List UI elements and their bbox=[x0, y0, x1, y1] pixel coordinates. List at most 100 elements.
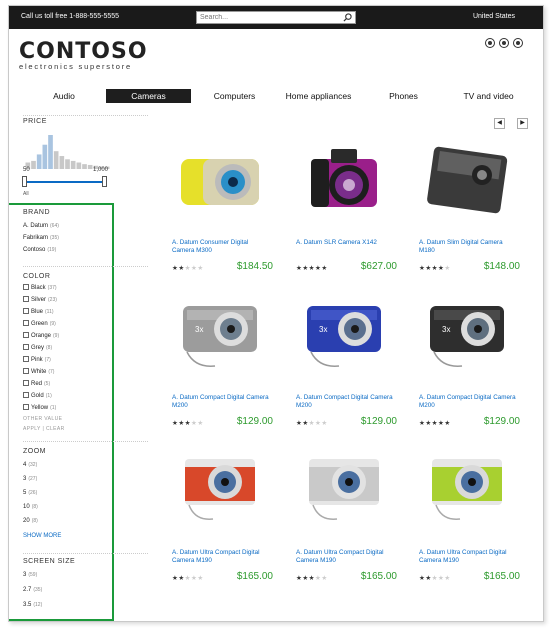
country-selector[interactable]: United States bbox=[473, 13, 515, 20]
screen-size-filter: SCREEN SIZE 3 (59) 2.7 (35) 3.5 (12) bbox=[23, 558, 75, 613]
product-price: $184.50 bbox=[236, 261, 273, 272]
screen-size-item[interactable]: 2.7 (35) bbox=[23, 583, 75, 598]
search-input[interactable] bbox=[197, 12, 337, 23]
filter-sidebar: PRICE 50 1,000 All BRAND A. Datum (64) Fa… bbox=[9, 111, 149, 621]
cart-icon[interactable] bbox=[499, 38, 509, 48]
zoom-item[interactable]: 4 (32) bbox=[23, 458, 61, 472]
product-image[interactable] bbox=[422, 141, 512, 221]
color-item-black[interactable]: Black (37) bbox=[23, 282, 65, 294]
page-frame: Call us toll free 1-888-555-5555 United … bbox=[8, 5, 544, 622]
product-name[interactable]: A. Datum Compact Digital Camera M200 bbox=[419, 394, 519, 410]
product-name[interactable]: A. Datum Consumer Digital Camera M300 bbox=[172, 239, 272, 255]
product-name[interactable]: A. Datum Slim Digital Camera M180 bbox=[419, 239, 519, 255]
rating-stars: ★★★★★ bbox=[296, 419, 328, 427]
star-icon: ★ bbox=[197, 420, 204, 427]
color-item-yellow[interactable]: Yellow (1) bbox=[23, 402, 65, 414]
brand-item[interactable]: Fabrikam (35) bbox=[23, 232, 59, 244]
screen-size-title: SCREEN SIZE bbox=[23, 558, 76, 565]
product-name[interactable]: A. Datum Compact Digital Camera M200 bbox=[172, 394, 272, 410]
product-card[interactable]: A. Datum Ultra Compact Digital Camera M1… bbox=[169, 451, 279, 591]
product-image[interactable]: 3x bbox=[175, 296, 265, 376]
tab-computers[interactable]: Computers bbox=[207, 89, 262, 103]
checkbox[interactable] bbox=[23, 404, 29, 410]
tab-phones[interactable]: Phones bbox=[381, 89, 426, 103]
product-name[interactable]: A. Datum Ultra Compact Digital Camera M1… bbox=[296, 549, 396, 565]
color-item-pink[interactable]: Pink (7) bbox=[23, 354, 65, 366]
product-image[interactable] bbox=[175, 141, 265, 221]
location-icon[interactable] bbox=[485, 38, 495, 48]
tab-audio[interactable]: Audio bbox=[39, 89, 89, 103]
product-image[interactable] bbox=[299, 451, 389, 531]
price-slider-track[interactable] bbox=[25, 181, 105, 183]
other-value-link[interactable]: OTHER VALUE bbox=[23, 414, 65, 424]
search-box[interactable] bbox=[196, 11, 356, 24]
color-item-silver[interactable]: Silver (23) bbox=[23, 294, 65, 306]
next-page-button[interactable]: ▶ bbox=[517, 118, 528, 129]
color-item-blue[interactable]: Blue (11) bbox=[23, 306, 65, 318]
color-item-orange[interactable]: Orange (9) bbox=[23, 330, 65, 342]
checkbox[interactable] bbox=[23, 308, 29, 314]
screen-size-item[interactable]: 3.5 (12) bbox=[23, 598, 75, 613]
checkbox[interactable] bbox=[23, 284, 29, 290]
star-icon: ★ bbox=[321, 575, 328, 582]
product-card[interactable]: A. Datum Consumer Digital Camera M300 ★★★… bbox=[169, 141, 279, 281]
rating-stars: ★★★★★ bbox=[172, 264, 204, 272]
checkbox[interactable] bbox=[23, 296, 29, 302]
product-image[interactable] bbox=[175, 451, 265, 531]
tab-tv-and-video[interactable]: TV and video bbox=[456, 89, 521, 103]
logo[interactable]: CONTOSO electronics superstore bbox=[19, 39, 148, 71]
color-item-white[interactable]: White (7) bbox=[23, 366, 65, 378]
price-slider-max-handle[interactable] bbox=[102, 176, 107, 187]
product-card[interactable]: A. Datum Slim Digital Camera M180 ★★★★★ $1… bbox=[416, 141, 526, 281]
product-image[interactable]: 3x bbox=[299, 296, 389, 376]
product-name[interactable]: A. Datum Compact Digital Camera M200 bbox=[296, 394, 396, 410]
color-item-red[interactable]: Red (5) bbox=[23, 378, 65, 390]
checkbox[interactable] bbox=[23, 380, 29, 386]
zoom-filter: ZOOM 4 (32) 3 (27) 5 (26) 10 (8) 20 (8) SHOW … bbox=[23, 448, 61, 544]
color-item-gold[interactable]: Gold (1) bbox=[23, 390, 65, 402]
star-icon: ★ bbox=[444, 265, 451, 272]
tab-home-appliances[interactable]: Home appliances bbox=[281, 89, 356, 103]
prev-page-button[interactable]: ◀ bbox=[494, 118, 505, 129]
product-card[interactable]: A. Datum SLR Camera X142 ★★★★★ $627.00 bbox=[293, 141, 403, 281]
price-slider-min-handle[interactable] bbox=[22, 176, 27, 187]
clear-button[interactable]: CLEAR bbox=[46, 426, 65, 432]
checkbox[interactable] bbox=[23, 392, 29, 398]
product-name[interactable]: A. Datum SLR Camera X142 bbox=[296, 239, 396, 247]
product-image[interactable]: 3x bbox=[422, 296, 512, 376]
checkbox[interactable] bbox=[23, 344, 29, 350]
divider bbox=[23, 266, 148, 267]
show-more-link[interactable]: SHOW MORE bbox=[23, 528, 61, 544]
brand-item[interactable]: A. Datum (64) bbox=[23, 220, 59, 232]
zoom-item[interactable]: 10 (8) bbox=[23, 500, 61, 514]
product-image[interactable] bbox=[299, 141, 389, 221]
color-item-grey[interactable]: Grey (8) bbox=[23, 342, 65, 354]
price-all-label[interactable]: All bbox=[23, 191, 29, 197]
product-card[interactable]: 3x A. Datum Compact Digital Camera M200 ★… bbox=[169, 296, 279, 436]
checkbox[interactable] bbox=[23, 368, 29, 374]
product-card[interactable]: A. Datum Ultra Compact Digital Camera M1… bbox=[416, 451, 526, 591]
logo-tagline: electronics superstore bbox=[19, 62, 132, 71]
brand-item[interactable]: Contoso (19) bbox=[23, 244, 59, 256]
product-card[interactable]: 3x A. Datum Compact Digital Camera M200 ★… bbox=[416, 296, 526, 436]
zoom-item[interactable]: 3 (27) bbox=[23, 472, 61, 486]
checkbox[interactable] bbox=[23, 332, 29, 338]
product-card[interactable]: A. Datum Ultra Compact Digital Camera M1… bbox=[293, 451, 403, 591]
star-icon: ★ bbox=[197, 265, 204, 272]
product-image[interactable] bbox=[422, 451, 512, 531]
apply-button[interactable]: APPLY bbox=[23, 426, 41, 432]
product-price: $129.00 bbox=[360, 416, 397, 427]
product-card[interactable]: 3x A. Datum Compact Digital Camera M200 ★… bbox=[293, 296, 403, 436]
zoom-item[interactable]: 5 (26) bbox=[23, 486, 61, 500]
tab-cameras[interactable]: Cameras bbox=[106, 89, 191, 103]
screen-size-item[interactable]: 3 (59) bbox=[23, 568, 75, 583]
search-icon[interactable] bbox=[343, 13, 352, 22]
color-item-green[interactable]: Green (9) bbox=[23, 318, 65, 330]
zoom-item[interactable]: 20 (8) bbox=[23, 514, 61, 528]
help-icon[interactable] bbox=[513, 38, 523, 48]
product-name[interactable]: A. Datum Ultra Compact Digital Camera M1… bbox=[419, 549, 519, 565]
checkbox[interactable] bbox=[23, 320, 29, 326]
product-name[interactable]: A. Datum Ultra Compact Digital Camera M1… bbox=[172, 549, 272, 565]
checkbox[interactable] bbox=[23, 356, 29, 362]
rating-stars: ★★★★★ bbox=[296, 574, 328, 582]
